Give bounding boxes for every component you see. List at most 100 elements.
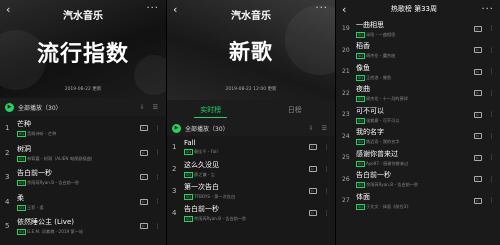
song-row[interactable]: 24 我的名字 SQ 焦迈奇 - 我的名字 ▷ ⋮ [336,126,500,148]
row-more-icon[interactable]: ⋮ [155,125,162,132]
video-icon[interactable]: ▷ [139,174,148,181]
song-subtitle: SQ 周杰伦 - 魔杰座 [356,53,474,60]
play-all-bar[interactable]: ▶ 全部播放（30） ⇩ ☰ [0,98,166,116]
song-title: 夜曲 [356,85,370,94]
sq-tag: SQ [17,155,26,162]
song-info: 稻香 SQ 周杰伦 - 魔杰座 [356,41,474,60]
row-more-icon[interactable]: ⋮ [489,154,496,161]
tab-realtime[interactable]: 实时榜 [194,103,228,118]
rank-number: 23 [342,111,350,119]
song-subtitle: SQ 余雨芮Ryan.B - 告白前一秒 [184,216,309,222]
video-icon[interactable]: ▷ [139,125,148,132]
song-row[interactable]: 1 Fall SQ 赖佳千 - Fall ▷ ⋮ [167,136,335,158]
video-icon[interactable]: ▷ [473,90,482,97]
row-more-icon[interactable]: ⋮ [489,90,496,97]
play-icon[interactable]: ▶ [172,123,181,133]
rank-number: 25 [342,154,350,162]
song-title: 像鱼 [356,63,370,72]
song-row[interactable]: 20 稻香 SQ 周杰伦 - 魔杰座 ▷ ⋮ [336,40,500,62]
row-more-icon[interactable]: ⋮ [489,25,496,32]
more-icon[interactable]: ··· [481,4,494,15]
video-icon[interactable]: ▷ [473,47,482,54]
video-icon[interactable]: ▷ [308,166,317,172]
tab-daily[interactable]: 日榜 [282,103,308,117]
song-row[interactable]: 4 柔 SQ 王菲 - 柔 ▷ ⋮ [0,190,166,215]
song-list: 1 Fall SQ 赖佳千 - Fall ▷ ⋮ 2 这么久没见 SQ 薛之谦 - … [167,136,335,224]
rank-number: 3 [5,173,10,182]
video-icon[interactable]: ▷ [473,133,482,140]
song-info: 柔 SQ 王菲 - 柔 [17,193,140,211]
row-more-icon[interactable]: ⋮ [489,68,496,75]
song-row[interactable]: 22 夜曲 SQ 周杰伦 - 十一月的萧邦 ▷ ⋮ [336,83,500,105]
song-subtitle: SQ 余雨芮Ryan.B - 告白前一秒 [17,180,140,187]
row-more-icon[interactable]: ⋮ [489,197,496,204]
song-row[interactable]: 4 告白前一秒 SQ 余雨芮Ryan.B - 告白前一秒 ▷ ⋮ [167,202,335,224]
video-icon[interactable]: ▷ [473,68,482,75]
screenshot-collage: ‹ ··· 汽水音乐 流行指数 2019-08-22 更新 ▶ 全部播放（30）… [0,0,500,245]
song-info: 感谢你曾来过 SQ Ayo97 - 感谢你曾来过 [356,149,474,167]
play-icon[interactable]: ▶ [5,102,14,112]
video-icon[interactable]: ▷ [139,149,148,156]
video-icon[interactable]: ▷ [473,25,482,32]
song-row[interactable]: 21 像鱼 SQ 王贰浪 - 像鱼 ▷ ⋮ [336,61,500,83]
video-icon[interactable]: ▷ [139,198,148,205]
song-info: 第一次告白 SQ TFBOYS - 第一次告白 [184,182,309,200]
download-icon[interactable]: ⇩ ☰ [140,104,161,111]
play-all-bar[interactable]: ▶ 全部播放（30） ⇩ ☰ [167,120,335,136]
video-icon[interactable]: ▷ [308,210,317,216]
row-more-icon[interactable]: ⋮ [155,198,162,205]
rank-number: 4 [5,197,10,206]
song-row[interactable]: 2 树洞 SQ 林宥嘉 - 树洞（ALIEN 电视剧插曲） ▷ ⋮ [0,141,166,166]
row-more-icon[interactable]: ⋮ [324,144,331,151]
song-row[interactable]: 23 可不可以 SQ 张紫豪 - 可不可以 ▷ ⋮ [336,104,500,126]
row-more-icon[interactable]: ⋮ [489,111,496,118]
video-icon[interactable]: ▷ [308,144,317,150]
song-row[interactable]: 27 体面 SQ 于文文 - 体面《前任3》 ▷ ⋮ [336,190,500,212]
row-more-icon[interactable]: ⋮ [155,149,162,156]
play-all-label[interactable]: 全部播放（30） [18,103,140,112]
song-title: 一曲相思 [356,20,384,29]
song-subtitle: SQ Ayo97 - 感谢你曾来过 [356,160,474,167]
video-icon[interactable]: ▷ [139,223,148,230]
song-artist-album: 半阳 - 一曲相思 [365,31,396,37]
song-row[interactable]: 3 第一次告白 SQ TFBOYS - 第一次告白 ▷ ⋮ [167,180,335,202]
play-all-label[interactable]: 全部播放（30） [185,124,309,133]
song-row[interactable]: 2 这么久没见 SQ 薛之谦 - 尘 ▷ ⋮ [167,158,335,180]
row-more-icon[interactable]: ⋮ [489,133,496,140]
row-more-icon[interactable]: ⋮ [324,188,331,195]
song-row[interactable]: 1 芒种 SQ 音阙诗听 - 芒种 ▷ ⋮ [0,116,166,141]
row-more-icon[interactable]: ⋮ [324,166,331,173]
song-row[interactable]: 25 感谢你曾来过 SQ Ayo97 - 感谢你曾来过 ▷ ⋮ [336,147,500,169]
song-title: 依然睡公主 (Live) [17,218,74,227]
song-info: 依然睡公主 (Live) SQ G.E.M. 邓紫棋 - 2019 第一站 [17,217,140,236]
rank-number: 2 [172,165,177,173]
song-subtitle: SQ 张紫豪 - 可不可以 [356,117,474,124]
song-subtitle: SQ 音阙诗听 - 芒种 [17,131,140,138]
song-info: 告白前一秒 SQ 余雨芮Ryan.B - 告白前一秒 [184,204,309,222]
rank-number: 3 [172,187,177,195]
sq-tag: SQ [356,160,365,167]
video-icon[interactable]: ▷ [473,176,482,183]
row-more-icon[interactable]: ⋮ [155,174,162,181]
song-title: 树洞 [17,144,31,153]
song-row[interactable]: 3 告白前一秒 SQ 余雨芮Ryan.B - 告白前一秒 ▷ ⋮ [0,165,166,190]
song-title: 体面 [356,192,370,201]
video-icon[interactable]: ▷ [473,197,482,204]
song-row[interactable]: 19 一曲相思 SQ 半阳 - 一曲相思 ▷ ⋮ [336,18,500,40]
song-list: 1 芒种 SQ 音阙诗听 - 芒种 ▷ ⋮ 2 树洞 SQ 林宥嘉 - 树洞（ALI… [0,116,166,239]
song-row[interactable]: 26 告白前一秒 SQ 余雨芮Ryan.B - 告白前一秒 ▷ ⋮ [336,169,500,191]
song-artist-album: 余雨芮Ryan.B - 告白前一秒 [365,182,419,188]
row-more-icon[interactable]: ⋮ [489,176,496,183]
song-title: 芒种 [17,120,31,129]
video-icon[interactable]: ▷ [308,188,317,194]
row-more-icon[interactable]: ⋮ [324,210,331,217]
row-more-icon[interactable]: ⋮ [155,223,162,230]
sq-tag: SQ [184,194,193,200]
row-more-icon[interactable]: ⋮ [489,47,496,54]
song-subtitle: SQ 薛之谦 - 尘 [184,172,309,178]
song-row[interactable]: 5 依然睡公主 (Live) SQ G.E.M. 邓紫棋 - 2019 第一站 ▷… [0,214,166,239]
song-list: 19 一曲相思 SQ 半阳 - 一曲相思 ▷ ⋮ 20 稻香 SQ 周杰伦 - 魔杰… [336,18,500,212]
video-icon[interactable]: ▷ [473,111,482,118]
download-icon[interactable]: ⇩ ☰ [309,125,330,132]
video-icon[interactable]: ▷ [473,154,482,161]
